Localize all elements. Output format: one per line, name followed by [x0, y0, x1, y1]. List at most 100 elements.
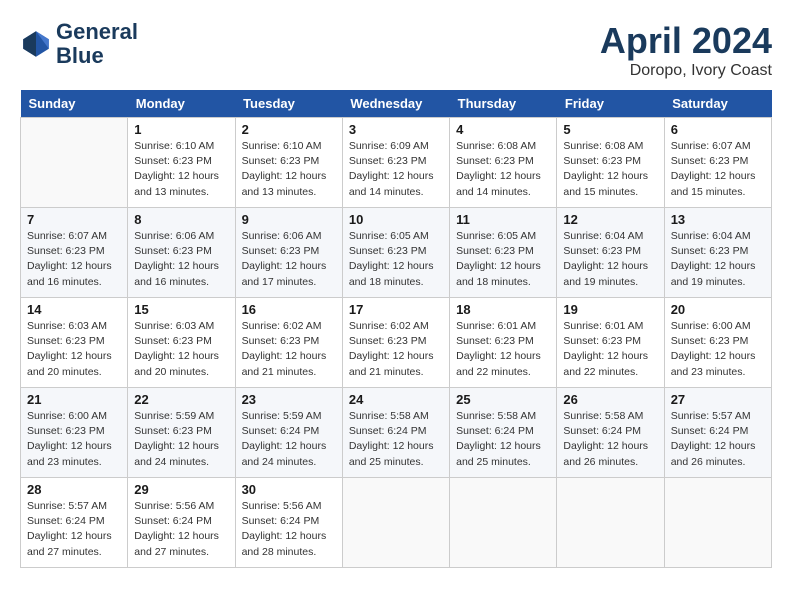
calendar-cell [450, 478, 557, 568]
day-info: Sunrise: 5:58 AMSunset: 6:24 PMDaylight:… [563, 409, 657, 470]
day-info: Sunrise: 6:10 AMSunset: 6:23 PMDaylight:… [134, 139, 228, 200]
day-info: Sunrise: 6:05 AMSunset: 6:23 PMDaylight:… [349, 229, 443, 290]
day-info: Sunrise: 5:59 AMSunset: 6:24 PMDaylight:… [242, 409, 336, 470]
calendar-cell: 29 Sunrise: 5:56 AMSunset: 6:24 PMDayligh… [128, 478, 235, 568]
day-number: 2 [242, 122, 336, 137]
calendar-cell [342, 478, 449, 568]
week-row-5: 28Sunrise: 5:57 AMSunset: 6:24 PMDayligh… [21, 478, 772, 568]
day-info: Sunrise: 6:01 AMSunset: 6:23 PMDaylight:… [563, 319, 657, 380]
day-number: 15 [134, 302, 228, 317]
day-info: Sunrise: 6:02 AMSunset: 6:23 PMDaylight:… [242, 319, 336, 380]
col-tuesday: Tuesday [235, 90, 342, 118]
calendar-cell: 12 Sunrise: 6:04 AMSunset: 6:23 PMDayligh… [557, 208, 664, 298]
day-number: 18 [456, 302, 550, 317]
day-info: Sunrise: 6:03 AMSunset: 6:23 PMDaylight:… [134, 319, 228, 380]
day-number: 4 [456, 122, 550, 137]
calendar-header: Sunday Monday Tuesday Wednesday Thursday… [21, 90, 772, 118]
day-number: 22 [134, 392, 228, 407]
day-number: 21 [27, 392, 121, 407]
calendar-cell: 15 Sunrise: 6:03 AMSunset: 6:23 PMDayligh… [128, 298, 235, 388]
logo: General Blue [20, 20, 138, 68]
calendar-cell: 7 Sunrise: 6:07 AMSunset: 6:23 PMDaylight… [21, 208, 128, 298]
calendar-cell: 22 Sunrise: 5:59 AMSunset: 6:23 PMDayligh… [128, 388, 235, 478]
page-header: General Blue April 2024 Doropo, Ivory Co… [20, 20, 772, 80]
day-number: 3 [349, 122, 443, 137]
calendar-cell: 2 Sunrise: 6:10 AMSunset: 6:23 PMDaylight… [235, 118, 342, 208]
week-row-4: 21 Sunrise: 6:00 AMSunset: 6:23 PMDayligh… [21, 388, 772, 478]
calendar-cell: 21 Sunrise: 6:00 AMSunset: 6:23 PMDayligh… [21, 388, 128, 478]
calendar-cell: 8Sunrise: 6:06 AMSunset: 6:23 PMDaylight… [128, 208, 235, 298]
calendar-cell: 11Sunrise: 6:05 AMSunset: 6:23 PMDayligh… [450, 208, 557, 298]
day-number: 13 [671, 212, 765, 227]
logo-line1: General [56, 20, 138, 44]
day-info: Sunrise: 5:56 AMSunset: 6:24 PMDaylight:… [242, 499, 336, 560]
calendar-cell [557, 478, 664, 568]
day-number: 25 [456, 392, 550, 407]
calendar-cell [664, 478, 771, 568]
col-thursday: Thursday [450, 90, 557, 118]
day-info: Sunrise: 6:03 AMSunset: 6:23 PMDaylight:… [27, 319, 121, 380]
day-info: Sunrise: 5:58 AMSunset: 6:24 PMDaylight:… [349, 409, 443, 470]
day-info: Sunrise: 6:08 AMSunset: 6:23 PMDaylight:… [456, 139, 550, 200]
header-row: Sunday Monday Tuesday Wednesday Thursday… [21, 90, 772, 118]
day-info: Sunrise: 6:06 AMSunset: 6:23 PMDaylight:… [134, 229, 228, 290]
day-number: 10 [349, 212, 443, 227]
day-info: Sunrise: 5:56 AMSunset: 6:24 PMDaylight:… [134, 499, 228, 560]
day-number: 29 [134, 482, 228, 497]
logo-line2: Blue [56, 44, 138, 68]
day-number: 26 [563, 392, 657, 407]
day-info: Sunrise: 6:00 AMSunset: 6:23 PMDaylight:… [27, 409, 121, 470]
calendar-cell: 10 Sunrise: 6:05 AMSunset: 6:23 PMDayligh… [342, 208, 449, 298]
day-number: 7 [27, 212, 121, 227]
calendar-cell: 3 Sunrise: 6:09 AMSunset: 6:23 PMDaylight… [342, 118, 449, 208]
day-info: Sunrise: 6:04 AMSunset: 6:23 PMDaylight:… [563, 229, 657, 290]
calendar-body: 1Sunrise: 6:10 AMSunset: 6:23 PMDaylight… [21, 118, 772, 568]
day-info: Sunrise: 6:09 AMSunset: 6:23 PMDaylight:… [349, 139, 443, 200]
week-row-1: 1Sunrise: 6:10 AMSunset: 6:23 PMDaylight… [21, 118, 772, 208]
calendar-cell: 4 Sunrise: 6:08 AMSunset: 6:23 PMDaylight… [450, 118, 557, 208]
day-info: Sunrise: 6:10 AMSunset: 6:23 PMDaylight:… [242, 139, 336, 200]
day-number: 28 [27, 482, 121, 497]
calendar-cell: 30 Sunrise: 5:56 AMSunset: 6:24 PMDayligh… [235, 478, 342, 568]
calendar-cell: 17Sunrise: 6:02 AMSunset: 6:23 PMDayligh… [342, 298, 449, 388]
day-number: 20 [671, 302, 765, 317]
calendar-cell: 28Sunrise: 5:57 AMSunset: 6:24 PMDayligh… [21, 478, 128, 568]
day-number: 9 [242, 212, 336, 227]
day-number: 11 [456, 212, 550, 227]
day-info: Sunrise: 6:01 AMSunset: 6:23 PMDaylight:… [456, 319, 550, 380]
month-title: April 2024 [600, 20, 772, 62]
logo-text: General Blue [56, 20, 138, 68]
calendar-cell: 1Sunrise: 6:10 AMSunset: 6:23 PMDaylight… [128, 118, 235, 208]
day-number: 17 [349, 302, 443, 317]
day-number: 30 [242, 482, 336, 497]
day-number: 24 [349, 392, 443, 407]
day-info: Sunrise: 6:08 AMSunset: 6:23 PMDaylight:… [563, 139, 657, 200]
calendar-cell: 20 Sunrise: 6:00 AMSunset: 6:23 PMDayligh… [664, 298, 771, 388]
day-number: 19 [563, 302, 657, 317]
calendar-cell: 18 Sunrise: 6:01 AMSunset: 6:23 PMDayligh… [450, 298, 557, 388]
col-sunday: Sunday [21, 90, 128, 118]
day-info: Sunrise: 6:07 AMSunset: 6:23 PMDaylight:… [671, 139, 765, 200]
calendar-cell: 19 Sunrise: 6:01 AMSunset: 6:23 PMDayligh… [557, 298, 664, 388]
calendar-cell: 14 Sunrise: 6:03 AMSunset: 6:23 PMDayligh… [21, 298, 128, 388]
location: Doropo, Ivory Coast [600, 62, 772, 80]
day-info: Sunrise: 6:04 AMSunset: 6:23 PMDaylight:… [671, 229, 765, 290]
day-info: Sunrise: 6:07 AMSunset: 6:23 PMDaylight:… [27, 229, 121, 290]
week-row-2: 7 Sunrise: 6:07 AMSunset: 6:23 PMDaylight… [21, 208, 772, 298]
calendar-cell: 24 Sunrise: 5:58 AMSunset: 6:24 PMDayligh… [342, 388, 449, 478]
calendar-table: Sunday Monday Tuesday Wednesday Thursday… [20, 90, 772, 568]
day-number: 14 [27, 302, 121, 317]
day-number: 12 [563, 212, 657, 227]
col-friday: Friday [557, 90, 664, 118]
day-number: 27 [671, 392, 765, 407]
calendar-cell: 25Sunrise: 5:58 AMSunset: 6:24 PMDayligh… [450, 388, 557, 478]
title-area: April 2024 Doropo, Ivory Coast [600, 20, 772, 80]
logo-icon [20, 28, 52, 60]
col-monday: Monday [128, 90, 235, 118]
day-info: Sunrise: 5:59 AMSunset: 6:23 PMDaylight:… [134, 409, 228, 470]
day-number: 5 [563, 122, 657, 137]
calendar-cell: 6Sunrise: 6:07 AMSunset: 6:23 PMDaylight… [664, 118, 771, 208]
calendar-cell: 23Sunrise: 5:59 AMSunset: 6:24 PMDayligh… [235, 388, 342, 478]
day-info: Sunrise: 6:00 AMSunset: 6:23 PMDaylight:… [671, 319, 765, 380]
week-row-3: 14 Sunrise: 6:03 AMSunset: 6:23 PMDayligh… [21, 298, 772, 388]
